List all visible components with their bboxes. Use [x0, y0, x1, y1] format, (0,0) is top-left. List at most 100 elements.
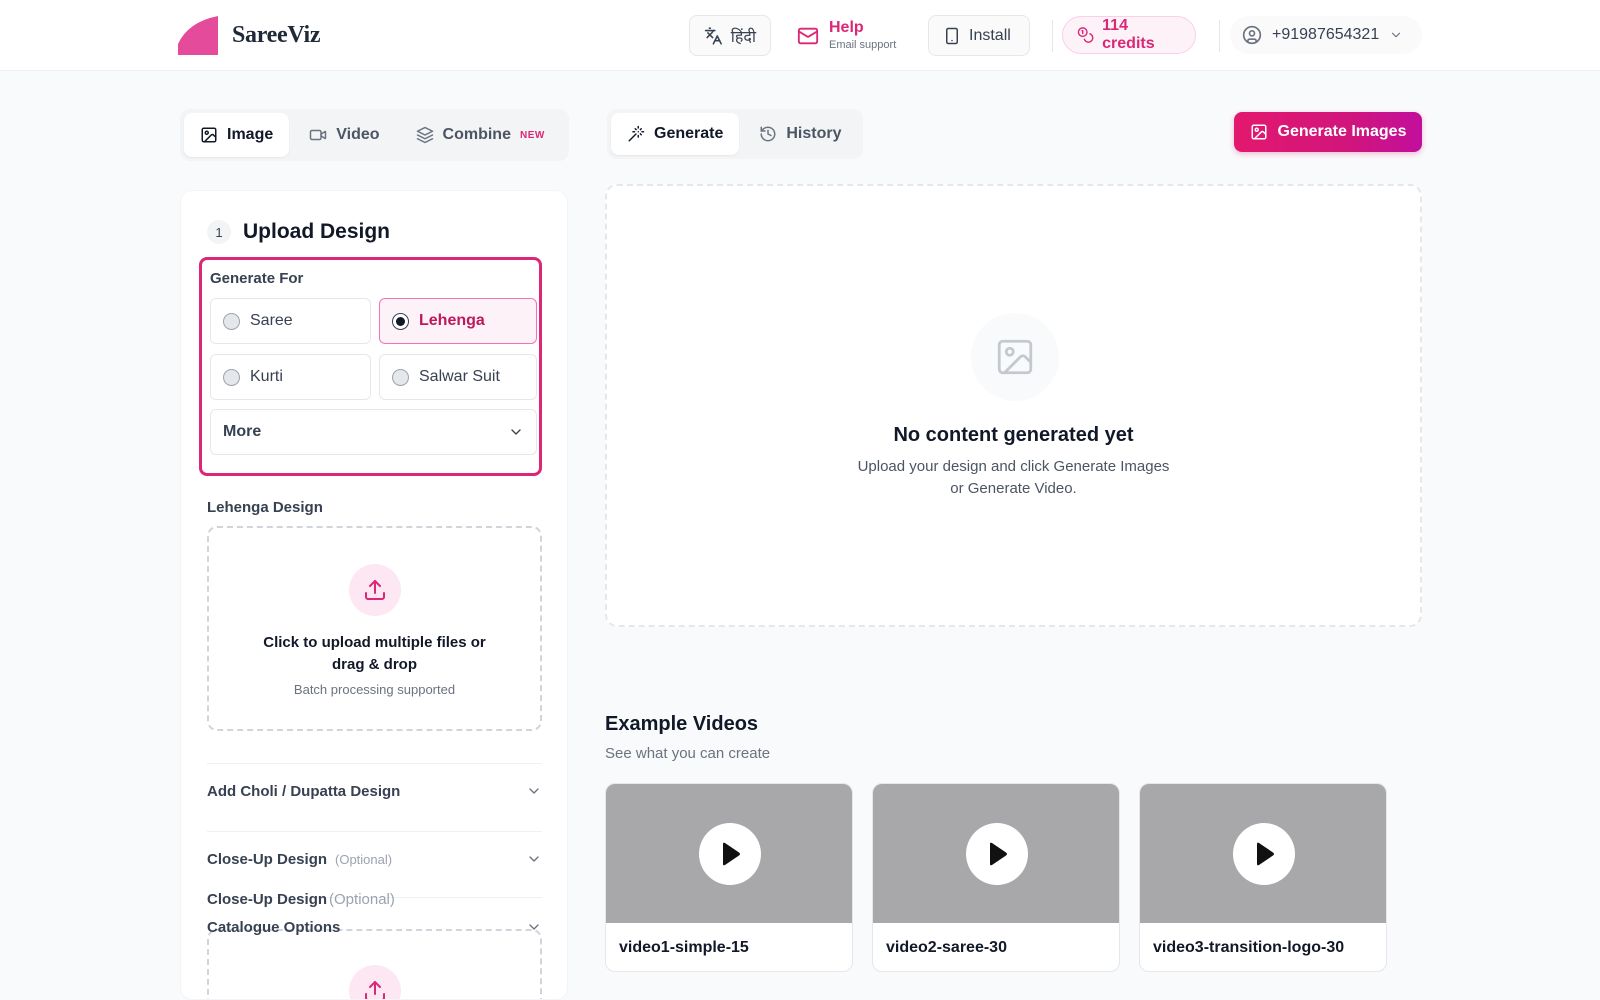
- example-video-card[interactable]: video1-simple-15: [605, 783, 853, 972]
- chevron-down-icon: [1392, 32, 1401, 38]
- tab-label: Generate: [654, 125, 724, 142]
- generate-for-group: Generate For Saree Lehenga Kurti Salwar …: [199, 257, 542, 476]
- tab-combine[interactable]: Combine NEW: [400, 113, 561, 157]
- header-divider: [1219, 20, 1220, 52]
- chevron-down-icon: [511, 429, 521, 435]
- image-icon: [1251, 124, 1267, 140]
- mail-icon: [797, 27, 819, 44]
- video-thumbnail: [1140, 784, 1386, 923]
- upload-icon: [365, 580, 385, 600]
- install-label: Install: [969, 26, 1011, 44]
- video-name: video3-transition-logo-30: [1153, 939, 1345, 956]
- logo-icon: [178, 16, 218, 55]
- play-icon: [723, 842, 740, 866]
- video-icon: [310, 129, 327, 141]
- empty-state-subtitle: Upload your design and click Generate Im…: [857, 458, 1170, 497]
- upload-panel: 1 Upload Design Generate For Saree Lehen…: [180, 190, 568, 1000]
- translate-icon: [704, 26, 722, 45]
- chevron-down-icon: [529, 788, 539, 794]
- tab-label: History: [786, 125, 842, 142]
- help-link[interactable]: Help Email support: [797, 18, 896, 53]
- placeholder-icon-wrapper: [971, 313, 1059, 401]
- more-dropdown[interactable]: More: [210, 409, 537, 455]
- section-divider: [207, 763, 542, 764]
- option-salwar-suit[interactable]: Salwar Suit: [379, 354, 537, 400]
- option-lehenga[interactable]: Lehenga: [379, 298, 537, 344]
- closeup-label-2: Close-Up Design: [207, 891, 328, 908]
- user-phone: +91987654321: [1272, 26, 1380, 43]
- section-divider: [207, 831, 542, 832]
- example-video-card[interactable]: video2-saree-30: [872, 783, 1120, 972]
- history-icon: [760, 126, 776, 142]
- closeup-design-label: Close-Up Design (Optional): [207, 891, 395, 908]
- video-name: video1-simple-15: [619, 939, 749, 956]
- video-thumbnail: [606, 784, 852, 923]
- play-button[interactable]: [966, 823, 1028, 885]
- option-label: Kurti: [250, 368, 283, 385]
- brand-logo[interactable]: SareeViz: [178, 16, 321, 55]
- example-video-card[interactable]: video3-transition-logo-30: [1139, 783, 1387, 972]
- tab-generate[interactable]: Generate: [611, 113, 740, 155]
- chevron-down-icon: [529, 856, 539, 862]
- app-header: SareeViz हिंदी Help Email support Instal…: [0, 0, 1600, 71]
- option-label: Salwar Suit: [419, 368, 500, 385]
- step-number: 1: [207, 220, 231, 244]
- credits-badge[interactable]: 114 credits: [1062, 16, 1196, 54]
- closeup-label: Close-Up Design: [207, 850, 328, 868]
- radio-button[interactable]: [223, 368, 240, 386]
- examples-title: Example Videos: [605, 713, 759, 735]
- chevron-down-icon: [529, 924, 539, 930]
- install-button[interactable]: Install: [928, 15, 1030, 56]
- help-title: Help: [829, 19, 864, 36]
- layers-icon: [416, 126, 433, 144]
- dropzone-title: Click to upload multiple files or drag &…: [263, 634, 486, 673]
- play-button[interactable]: [699, 823, 761, 885]
- magic-wand-icon: [628, 125, 645, 142]
- coins-icon: [1077, 27, 1094, 43]
- option-saree[interactable]: Saree: [210, 298, 371, 344]
- play-icon: [1257, 842, 1274, 866]
- radio-button[interactable]: [392, 312, 409, 330]
- closeup-design-toggle[interactable]: Close-Up Design (Optional): [207, 839, 542, 879]
- image-icon: [201, 127, 217, 143]
- radio-button[interactable]: [223, 312, 240, 330]
- more-label: More: [223, 423, 262, 440]
- step-header: 1 Upload Design: [207, 220, 390, 244]
- generation-output-area: No content generated yet Upload your des…: [605, 184, 1422, 627]
- radio-button[interactable]: [392, 368, 409, 386]
- tab-label: Combine: [442, 126, 511, 143]
- empty-state-title: No content generated yet: [893, 424, 1134, 446]
- choli-dupatta-toggle[interactable]: Add Choli / Dupatta Design: [207, 771, 542, 811]
- video-name: video2-saree-30: [886, 939, 1007, 956]
- upload-icon: [365, 981, 385, 999]
- generate-images-button[interactable]: Generate Images: [1234, 112, 1422, 152]
- language-toggle-button[interactable]: हिंदी: [689, 15, 771, 56]
- brand-name: SareeViz: [232, 22, 321, 48]
- user-menu[interactable]: +91987654321: [1230, 16, 1422, 54]
- upload-icon-wrapper: [349, 564, 401, 616]
- design-dropzone[interactable]: Click to upload multiple files or drag &…: [207, 526, 542, 731]
- choli-label: Add Choli / Dupatta Design: [207, 782, 401, 800]
- option-label: Lehenga: [419, 312, 485, 329]
- step-title: Upload Design: [243, 220, 391, 243]
- play-button[interactable]: [1233, 823, 1295, 885]
- tab-label: Video: [336, 126, 380, 143]
- examples-subtitle: See what you can create: [605, 745, 771, 762]
- header-divider: [1052, 20, 1053, 52]
- mobile-icon: [946, 27, 958, 44]
- dropzone-subtitle: Batch processing supported: [293, 682, 456, 697]
- play-icon: [990, 842, 1007, 866]
- help-subtitle: Email support: [829, 39, 897, 51]
- tab-history[interactable]: History: [743, 113, 857, 155]
- language-label: हिंदी: [730, 28, 756, 46]
- image-placeholder-icon: [997, 339, 1033, 375]
- optional-tag: (Optional): [335, 851, 393, 867]
- mode-tabs: Image Video Combine NEW: [180, 109, 569, 161]
- tab-video[interactable]: Video: [293, 113, 395, 157]
- option-label: Saree: [250, 312, 293, 329]
- video-thumbnail: [873, 784, 1119, 923]
- tab-image[interactable]: Image: [184, 113, 290, 157]
- optional-tag: (Optional): [329, 891, 395, 908]
- option-kurti[interactable]: Kurti: [210, 354, 371, 400]
- catalogue-options-toggle[interactable]: Catalogue Options: [207, 907, 542, 947]
